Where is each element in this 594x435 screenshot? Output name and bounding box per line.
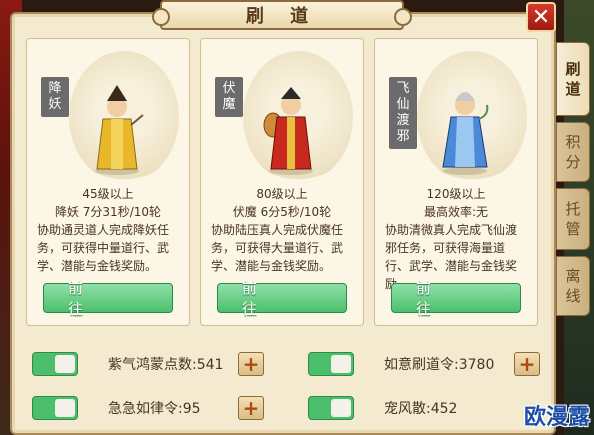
item-row-chongfeng: 宠风散:452 xyxy=(308,394,514,422)
tab-label: 托 xyxy=(565,200,581,218)
efficiency-stat: 伏魔 6分5秒/10轮 xyxy=(232,205,332,219)
item-label: 宠风散:452 xyxy=(384,401,458,417)
immortal-figure-icon xyxy=(442,92,489,175)
item-row-ziqi: 紫气鸿蒙点数:541 + xyxy=(32,350,264,378)
tab-points[interactable]: 积 分 xyxy=(556,122,590,182)
window-title: 刷 道 xyxy=(245,6,319,27)
efficiency-stat: 降妖 7分31秒/10轮 xyxy=(54,205,162,219)
item-row-jiji: 急急如律令:95 + xyxy=(32,394,264,422)
task-tag-char: 妖 xyxy=(48,97,62,112)
go-button[interactable]: 前 往 xyxy=(217,279,347,318)
tab-label: 分 xyxy=(565,153,581,171)
task-tag: 降 妖 xyxy=(41,77,69,117)
task-card-fumo: 伏 魔 80级以上 伏魔 6分5秒/10轮 协助陆压真人完成伏魔任务，可获得大量… xyxy=(200,38,364,326)
item-label: 如意刷道令:3780 xyxy=(384,357,495,373)
add-item-button[interactable]: + xyxy=(238,396,264,420)
item-toggle[interactable] xyxy=(308,352,354,376)
tab-label: 积 xyxy=(565,133,581,151)
task-tag: 伏 魔 xyxy=(215,77,243,117)
tab-label: 线 xyxy=(565,287,581,305)
task-card-xiangyao: 降 妖 45级以上 降妖 7分31秒/10轮 协助通灵道人完成降妖任务，可获得中… xyxy=(26,38,190,326)
tab-label: 管 xyxy=(565,220,581,238)
go-button[interactable]: 前 往 xyxy=(43,279,173,318)
task-tag-char: 飞 xyxy=(396,81,410,96)
plus-icon: + xyxy=(518,352,536,376)
window-title-plate: 刷 道 xyxy=(152,0,412,30)
item-toggle[interactable] xyxy=(32,352,78,376)
item-toggle[interactable] xyxy=(308,396,354,420)
demon-vanquisher-figure-icon xyxy=(263,87,313,175)
task-tag-char: 伏 xyxy=(222,81,236,96)
side-tabs: 刷 道 积 分 托 管 离 线 xyxy=(556,42,592,322)
add-item-button[interactable]: + xyxy=(514,352,540,376)
level-requirement: 120级以上 xyxy=(426,187,486,201)
level-requirement: 45级以上 xyxy=(82,187,134,201)
item-settings: 紫气鸿蒙点数:541 + 如意刷道令:3780 + 急急如律令:95 + 宠风散… xyxy=(26,344,540,424)
watermark: 欧漫露 xyxy=(523,405,590,430)
item-toggle[interactable] xyxy=(32,396,78,420)
task-tag-char: 渡 xyxy=(396,113,410,128)
tab-label: 刷 xyxy=(565,60,581,78)
tab-shuadao[interactable]: 刷 道 xyxy=(556,42,590,116)
item-label: 紫气鸿蒙点数:541 xyxy=(108,357,224,373)
efficiency-stat: 最高效率:无 xyxy=(423,205,489,219)
card-info: 80级以上 伏魔 6分5秒/10轮 协助陆压真人完成伏魔任务，可获得大量道行、武… xyxy=(207,185,357,275)
demon-subduer-figure-icon xyxy=(95,85,144,175)
task-tag-char: 邪 xyxy=(396,129,410,144)
tab-auto-hosting[interactable]: 托 管 xyxy=(556,188,590,250)
task-card-feixian: 飞 仙 渡 邪 120级以上 最高效率:无 协助清微真人完成飞仙渡邪任务，可获得… xyxy=(374,38,538,326)
task-description: 协助陆压真人完成伏魔任务，可获得大量道行、武学、潜能与金钱奖励。 xyxy=(211,223,344,273)
plus-icon: + xyxy=(242,352,260,376)
item-label: 急急如律令:95 xyxy=(108,401,201,417)
task-tag: 飞 仙 渡 邪 xyxy=(389,77,417,149)
tab-offline[interactable]: 离 线 xyxy=(556,256,590,316)
add-item-button[interactable]: + xyxy=(238,352,264,376)
task-tag-char: 降 xyxy=(48,81,62,96)
plus-icon: + xyxy=(242,396,260,420)
go-button[interactable]: 前 往 xyxy=(391,279,521,318)
level-requirement: 80级以上 xyxy=(256,187,308,201)
card-info: 45级以上 降妖 7分31秒/10轮 协助通灵道人完成降妖任务，可获得中量道行、… xyxy=(33,185,183,275)
close-button[interactable]: ✕ xyxy=(526,2,556,32)
item-row-ruyi: 如意刷道令:3780 + xyxy=(308,350,540,378)
tab-label: 离 xyxy=(565,267,581,285)
close-icon: ✕ xyxy=(531,4,551,30)
task-tag-char: 魔 xyxy=(222,97,236,112)
tab-label: 道 xyxy=(565,80,581,98)
task-description: 协助通灵道人完成降妖任务，可获得中量道行、武学、潜能与金钱奖励。 xyxy=(37,223,170,273)
task-tag-char: 仙 xyxy=(396,97,410,112)
